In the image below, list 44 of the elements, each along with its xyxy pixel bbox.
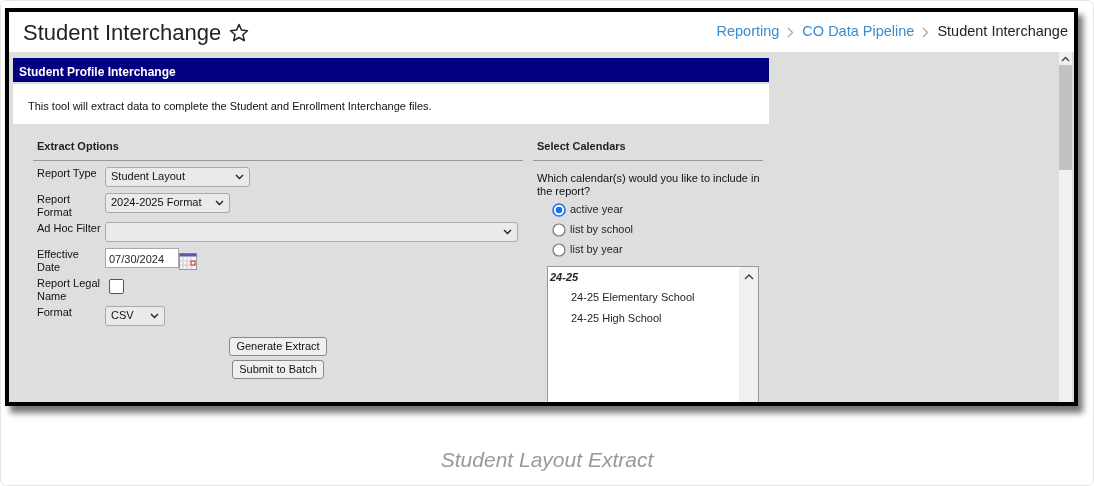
dropdown[interactable]: Student Layout bbox=[105, 166, 250, 187]
description-text: This tool will extract data to complete the Student and Enrollment Interchange files. bbox=[28, 100, 432, 112]
caret-icon bbox=[503, 228, 512, 235]
section-heading: Select Calendars bbox=[533, 138, 763, 161]
field-label: Report Format bbox=[36, 192, 73, 219]
checkbox[interactable] bbox=[109, 278, 124, 294]
chevron-icon bbox=[922, 26, 930, 38]
date-field[interactable]: 07/30/2024 bbox=[105, 247, 179, 268]
scroll-up-icon[interactable] bbox=[1061, 56, 1070, 62]
radio-button[interactable] bbox=[552, 222, 566, 237]
field-label: Report Type bbox=[36, 166, 98, 181]
scrollbar[interactable] bbox=[1059, 52, 1072, 402]
page-title: Student Interchange bbox=[23, 18, 222, 47]
calendar-icon[interactable] bbox=[179, 252, 197, 270]
breadcrumb-current: Student Interchange bbox=[937, 22, 1068, 42]
calendar-option[interactable]: 24-25 High School bbox=[550, 309, 737, 326]
radio-button[interactable] bbox=[552, 202, 566, 217]
radio-label: active year bbox=[570, 202, 624, 218]
star-icon[interactable] bbox=[229, 23, 250, 43]
breadcrumb-link[interactable]: CO Data Pipeline bbox=[802, 21, 915, 43]
chevron-icon bbox=[787, 26, 795, 38]
panel-title-bar: Student Profile Interchange bbox=[13, 58, 769, 82]
section-heading: Extract Options bbox=[33, 138, 523, 161]
radio-label: list by school bbox=[570, 222, 633, 238]
field-label: Format bbox=[36, 305, 73, 320]
image-caption: Student Layout Extract bbox=[439, 447, 655, 473]
field-label: Effective Date bbox=[36, 247, 80, 274]
dropdown[interactable]: 2024-2025 Format bbox=[105, 192, 230, 213]
field-label: Report Legal Name bbox=[36, 276, 101, 303]
action-button[interactable]: Submit to Batch bbox=[232, 359, 324, 379]
question-text: Which calendar(s) would you like to include in the report? bbox=[536, 170, 761, 198]
caret-icon bbox=[215, 199, 224, 206]
radio-label: list by year bbox=[570, 242, 623, 258]
scroll-up-icon[interactable] bbox=[743, 272, 754, 280]
calendar-option[interactable]: 24-25 Elementary School bbox=[550, 289, 737, 306]
dropdown[interactable]: CSV bbox=[105, 305, 165, 326]
radio-button[interactable] bbox=[552, 242, 566, 257]
action-button[interactable]: Generate Extract bbox=[229, 336, 327, 356]
calendar-group: 24-25 bbox=[550, 268, 737, 285]
calendar-listbox[interactable]: 24-25 24-25 Elementary School 24-25 High School bbox=[547, 265, 759, 402]
caret-icon bbox=[235, 173, 244, 180]
breadcrumb-link[interactable]: Reporting bbox=[716, 21, 780, 43]
caret-icon bbox=[150, 312, 159, 319]
field-label: Ad Hoc Filter bbox=[36, 221, 102, 236]
